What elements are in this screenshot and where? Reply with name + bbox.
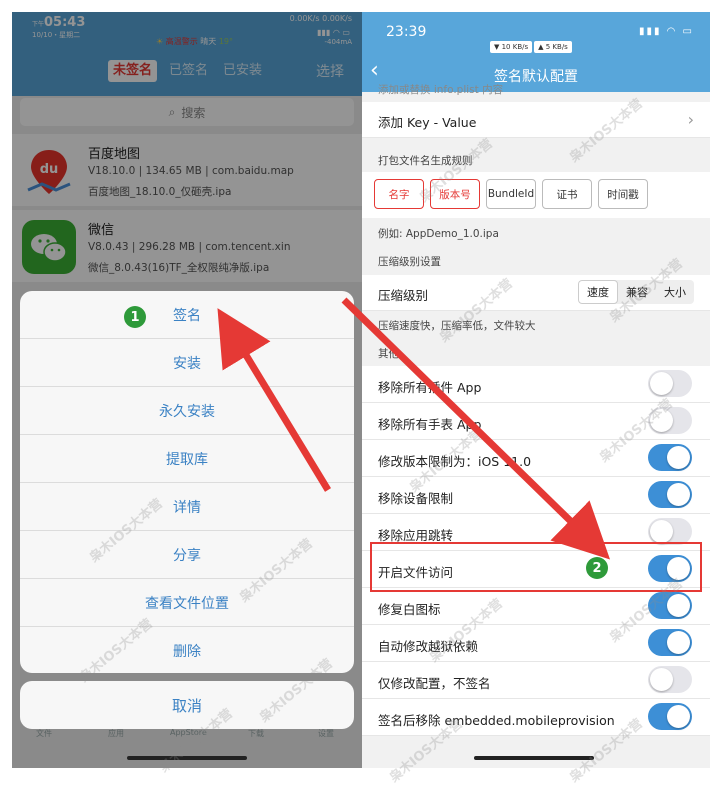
chevron-right-icon: › [687, 110, 694, 129]
action-sheet: 签名 安装 永久安装 提取库 详情 分享 查看文件位置 删除 [20, 291, 354, 673]
toggle-knob [650, 668, 673, 691]
step-badge-2: 2 [586, 557, 608, 579]
sheet-item-install[interactable]: 安装 [20, 339, 354, 387]
toggle-switch[interactable] [648, 703, 692, 730]
sheet-item-delete[interactable]: 删除 [20, 627, 354, 673]
section-header-other: 其他 [378, 348, 399, 360]
signal-wifi-battery-icons: ▮▮▮ ◠ ▭ [638, 26, 694, 37]
network-speed: ▼ 10 KB/s ▲ 5 KB/s [490, 41, 572, 53]
toggle-switch[interactable] [648, 666, 692, 693]
right-screenshot: 23:39 ▼ 10 KB/s ▲ 5 KB/s ▮▮▮ ◠ ▭ ‹ 签名默认配… [362, 12, 710, 768]
compress-option-speed[interactable]: 速度 [578, 280, 618, 304]
add-key-value-label: 添加 Key - Value [378, 115, 477, 130]
toggle-label: 移除所有插件 App [378, 380, 482, 395]
home-indicator [474, 756, 594, 760]
download-speed: ▼ 10 KB/s [490, 41, 533, 53]
toggle-knob [667, 631, 690, 654]
toggle-switch[interactable] [648, 518, 692, 545]
sheet-item-details[interactable]: 详情 [20, 483, 354, 531]
upload-speed: ▲ 5 KB/s [534, 41, 572, 53]
sheet-item-sign[interactable]: 签名 [20, 291, 354, 339]
toggle-label: 仅修改配置，不签名 [378, 676, 491, 691]
compress-level-label: 压缩级别 [378, 288, 429, 303]
sheet-item-extract-lib[interactable]: 提取库 [20, 435, 354, 483]
toggle-knob [667, 446, 690, 469]
section-header-plist: 添加或替换 info.plist 内容 [378, 84, 504, 96]
toggle-switch[interactable] [648, 444, 692, 471]
step-badge-1: 1 [124, 306, 146, 328]
toggle-row: 签名后移除 embedded.mobileprovision [362, 699, 710, 736]
toggle-switch[interactable] [648, 629, 692, 656]
toggle-row: 仅修改配置，不签名 [362, 662, 710, 699]
toggle-knob [650, 372, 673, 395]
add-key-value-row[interactable]: 添加 Key - Value › [362, 102, 710, 138]
toggle-knob [667, 705, 690, 728]
left-screenshot: 下午05:43 10/10・星期二 0.00K/s 0.00K/s ☀ 高温警示… [12, 12, 362, 768]
chip-cert[interactable]: 证书 [542, 179, 592, 209]
toggle-knob [667, 483, 690, 506]
toggle-label: 修复白图标 [378, 602, 441, 617]
sheet-item-permanent-install[interactable]: 永久安装 [20, 387, 354, 435]
toggle-label: 签名后移除 embedded.mobileprovision [378, 713, 615, 728]
toggle-row: 自动修改越狱依赖 [362, 625, 710, 662]
sheet-item-show-file[interactable]: 查看文件位置 [20, 579, 354, 627]
section-header-compress: 压缩级别设置 [378, 256, 441, 268]
filename-example: 例如: AppDemo_1.0.ipa [378, 228, 499, 240]
status-time: 23:39 [386, 24, 427, 40]
highlight-box [370, 542, 702, 592]
toggle-switch[interactable] [648, 481, 692, 508]
toggle-switch[interactable] [648, 370, 692, 397]
status-bar: 23:39 ▼ 10 KB/s ▲ 5 KB/s ▮▮▮ ◠ ▭ [362, 12, 710, 56]
chip-bundleid[interactable]: BundleId [486, 179, 536, 209]
chip-timestamp[interactable]: 时间戳 [598, 179, 648, 209]
toggle-knob [650, 520, 673, 543]
